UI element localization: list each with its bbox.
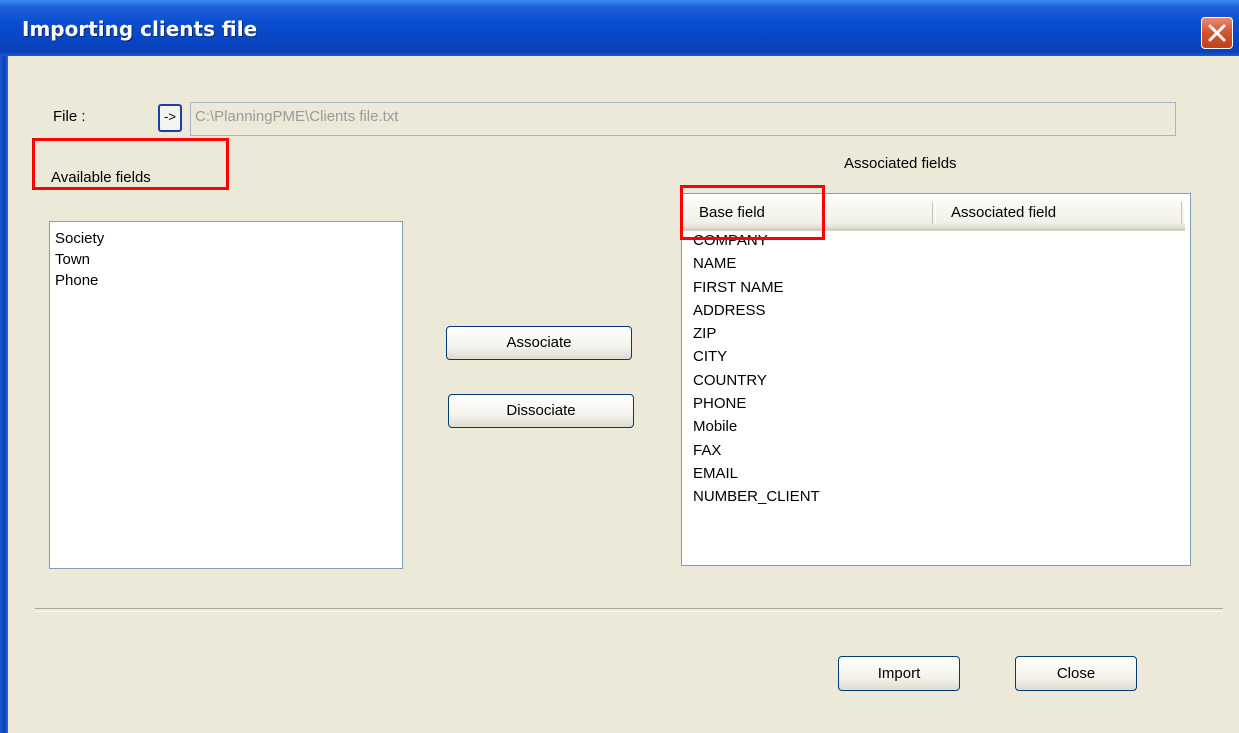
table-row[interactable]: NUMBER_CLIENT (693, 485, 820, 508)
table-row[interactable]: PHONE (693, 392, 820, 415)
window-title: Importing clients file (22, 17, 258, 41)
list-item[interactable]: Phone (50, 270, 402, 291)
close-button[interactable]: Close (1015, 656, 1137, 691)
table-row[interactable]: ADDRESS (693, 299, 820, 322)
import-dialog: Importing clients file File : -> C:\Plan… (0, 0, 1239, 733)
dissociate-button[interactable]: Dissociate (448, 394, 634, 428)
table-row[interactable]: ZIP (693, 322, 820, 345)
column-divider[interactable] (1181, 202, 1185, 224)
import-button[interactable]: Import (838, 656, 960, 691)
divider (35, 608, 1223, 612)
column-divider[interactable] (932, 202, 936, 224)
table-row[interactable]: Mobile (693, 415, 820, 438)
list-item[interactable]: Town (50, 249, 402, 270)
title-bar[interactable]: Importing clients file (0, 0, 1239, 56)
highlight-box-base-field (680, 185, 825, 240)
associated-fields-label: Associated fields (844, 155, 957, 172)
window-border (0, 56, 8, 733)
table-row[interactable]: FAX (693, 439, 820, 462)
list-item[interactable]: Society (50, 228, 402, 249)
table-row[interactable]: FIRST NAME (693, 276, 820, 299)
close-icon (1208, 24, 1226, 42)
table-row[interactable]: COUNTRY (693, 369, 820, 392)
grid-rows: COMPANY NAME FIRST NAME ADDRESS ZIP CITY… (693, 229, 820, 509)
file-label: File : (53, 108, 86, 125)
table-row[interactable]: CITY (693, 345, 820, 368)
browse-button[interactable]: -> (158, 104, 182, 132)
close-window-button[interactable] (1201, 17, 1233, 49)
file-path-field[interactable]: C:\PlanningPME\Clients file.txt (190, 102, 1176, 136)
highlight-box-available-fields (32, 138, 229, 190)
associate-button[interactable]: Associate (446, 326, 632, 360)
available-fields-list[interactable]: Society Town Phone (49, 221, 403, 569)
column-header-associated-field[interactable]: Associated field (951, 204, 1056, 221)
table-row[interactable]: EMAIL (693, 462, 820, 485)
table-row[interactable]: NAME (693, 252, 820, 275)
